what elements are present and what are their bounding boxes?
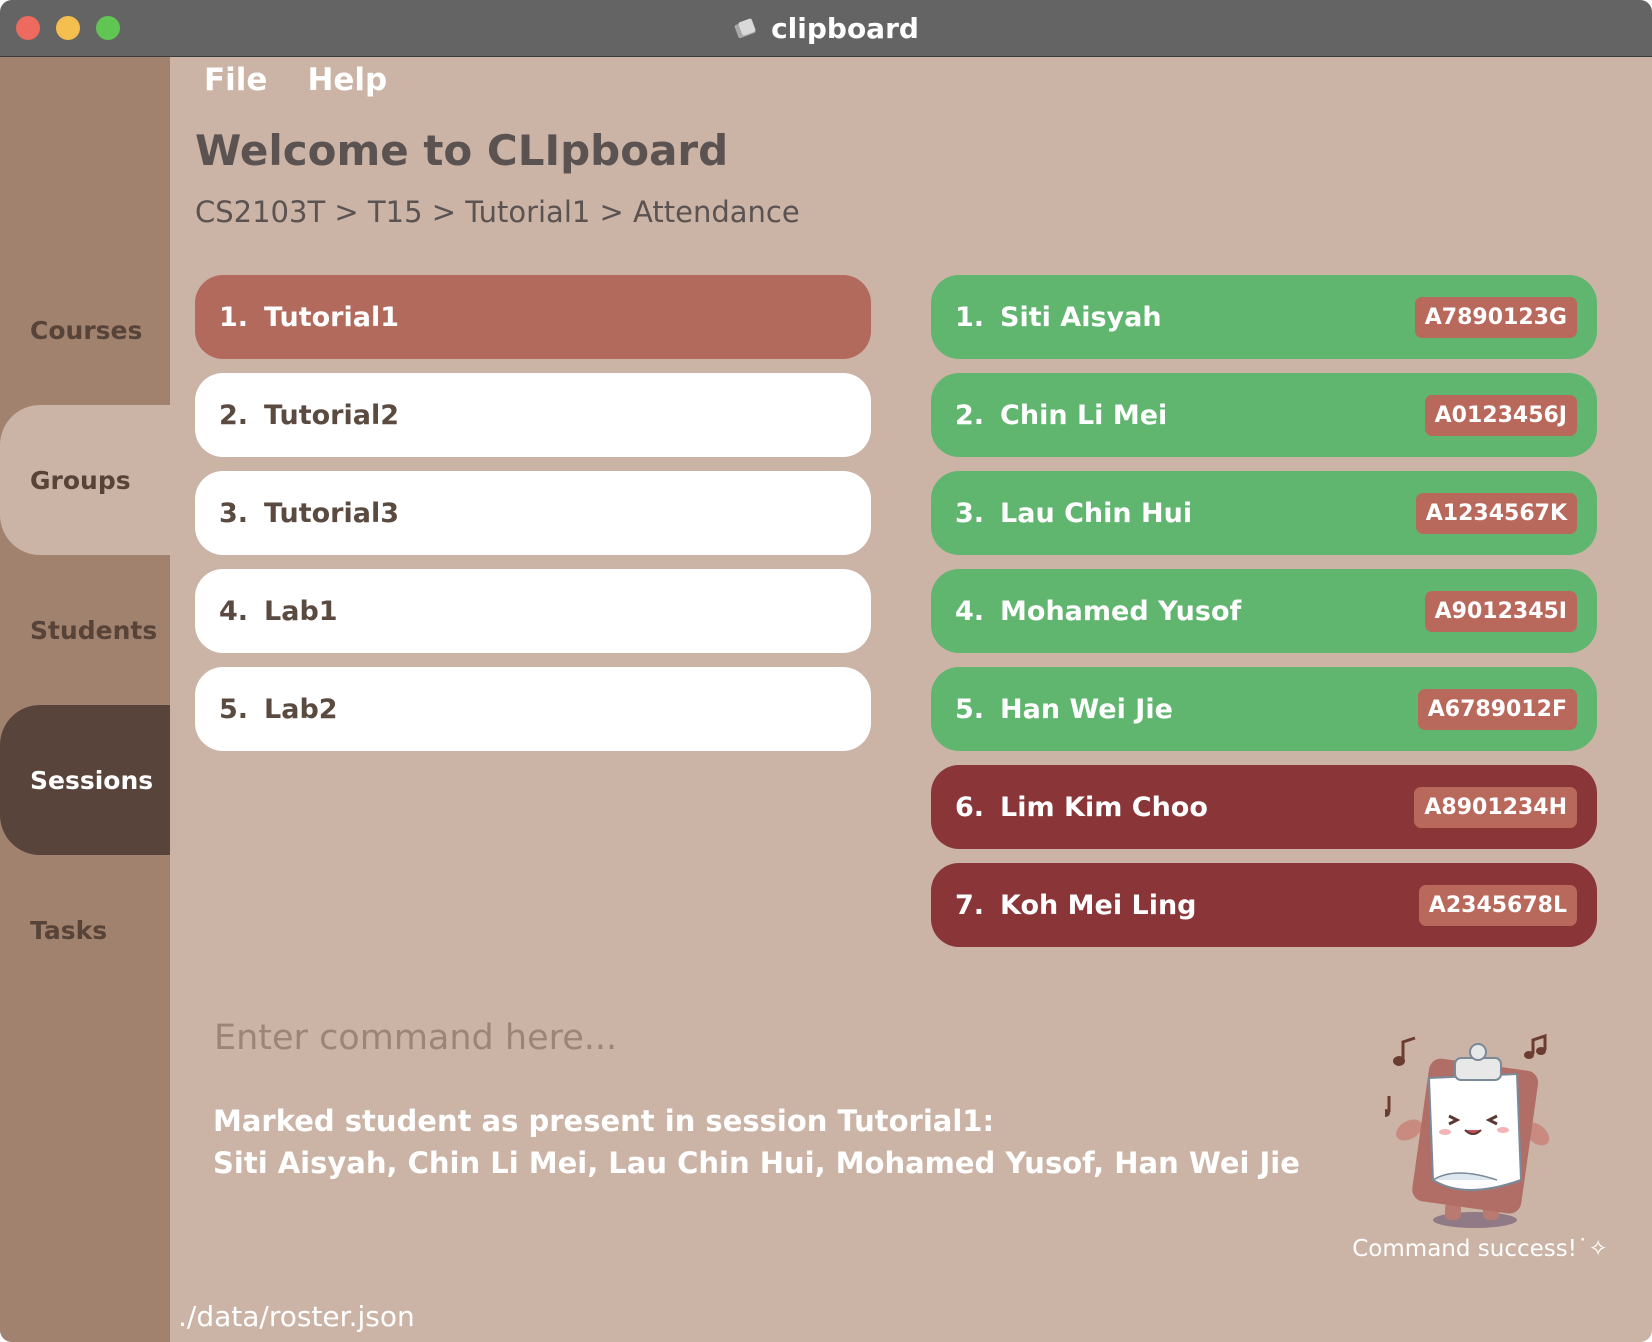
attendance-row[interactable]: 6. Lim Kim Choo A8901234H (931, 765, 1597, 849)
menu-help[interactable]: Help (307, 62, 387, 98)
student-id-badge: A0123456J (1424, 394, 1577, 436)
student-index: 1. (955, 301, 985, 333)
window-title: clipboard (771, 11, 919, 45)
session-list-item[interactable]: 3. Tutorial3 (195, 471, 871, 555)
page-title: Welcome to CLIpboard (195, 126, 729, 175)
student-name: Han Wei Jie (1000, 693, 1173, 725)
sidebar-item-students[interactable]: Students (0, 555, 170, 705)
student-id-badge: A9012345I (1424, 590, 1577, 632)
sidebar: Courses Groups Students Sessions Tasks (0, 57, 170, 1342)
student-name: Lau Chin Hui (1000, 497, 1193, 529)
sidebar-item-tasks[interactable]: Tasks (0, 855, 170, 1005)
clipboard-mascot-icon (1385, 1033, 1550, 1228)
attendance-row[interactable]: 4. Mohamed Yusof A9012345I (931, 569, 1597, 653)
breadcrumb: CS2103T > T15 > Tutorial1 > Attendance (195, 195, 800, 229)
student-id-badge: A6789012F (1417, 688, 1577, 730)
session-list-item[interactable]: 2. Tutorial2 (195, 373, 871, 457)
attendance-list: 1. Siti Aisyah A7890123G 2. Chin Li Mei … (931, 275, 1597, 961)
session-index: 5. (219, 693, 249, 725)
window-title-group: clipboard (0, 0, 1652, 56)
student-name: Lim Kim Choo (1000, 791, 1208, 823)
session-index: 2. (219, 399, 249, 431)
student-id-badge: A7890123G (1414, 296, 1577, 338)
title-bar: clipboard (0, 0, 1652, 57)
attendance-row[interactable]: 1. Siti Aisyah A7890123G (931, 275, 1597, 359)
student-id-badge: A2345678L (1418, 884, 1577, 926)
session-name: Tutorial3 (264, 497, 400, 529)
session-name: Lab1 (264, 595, 338, 627)
session-index: 1. (219, 301, 249, 333)
session-list-item[interactable]: 4. Lab1 (195, 569, 871, 653)
student-id-badge: A8901234H (1414, 786, 1577, 828)
attendance-row[interactable]: 5. Han Wei Jie A6789012F (931, 667, 1597, 751)
session-list: 1. Tutorial1 2. Tutorial2 3. Tutorial3 4… (195, 275, 871, 765)
mascot-caption: Command success!˙✧ (1352, 1236, 1608, 1262)
student-name: Mohamed Yusof (1000, 595, 1242, 627)
student-id-badge: A1234567K (1415, 492, 1577, 534)
student-index: 3. (955, 497, 985, 529)
sidebar-item-sessions[interactable]: Sessions (0, 705, 170, 855)
student-name: Siti Aisyah (1000, 301, 1162, 333)
session-list-item[interactable]: 5. Lab2 (195, 667, 871, 751)
student-name: Koh Mei Ling (1000, 889, 1197, 921)
attendance-row[interactable]: 2. Chin Li Mei A0123456J (931, 373, 1597, 457)
app-window: clipboard Courses Groups Students Sessio… (0, 0, 1652, 1342)
session-list-item[interactable]: 1. Tutorial1 (195, 275, 871, 359)
student-index: 7. (955, 889, 985, 921)
attendance-row[interactable]: 3. Lau Chin Hui A1234567K (931, 471, 1597, 555)
student-index: 5. (955, 693, 985, 725)
session-index: 3. (219, 497, 249, 529)
student-index: 6. (955, 791, 985, 823)
result-line-1: Marked student as present in session Tut… (213, 1104, 995, 1138)
menu-file[interactable]: File (204, 62, 267, 98)
menu-bar: File Help (204, 62, 387, 98)
student-index: 4. (955, 595, 985, 627)
status-bar-path: ./data/roster.json (178, 1300, 415, 1333)
result-line-2: Siti Aisyah, Chin Li Mei, Lau Chin Hui, … (213, 1146, 1300, 1180)
session-name: Tutorial2 (264, 399, 400, 431)
sidebar-item-courses[interactable]: Courses (0, 255, 170, 405)
attendance-row[interactable]: 7. Koh Mei Ling A2345678L (931, 863, 1597, 947)
session-index: 4. (219, 595, 249, 627)
student-name: Chin Li Mei (1000, 399, 1168, 431)
command-input[interactable] (204, 1010, 1324, 1066)
clipboard-app-icon (734, 18, 756, 39)
session-name: Tutorial1 (264, 301, 400, 333)
student-index: 2. (955, 399, 985, 431)
session-name: Lab2 (264, 693, 338, 725)
sidebar-item-groups[interactable]: Groups (0, 405, 170, 555)
result-display: Marked student as present in session Tut… (213, 1100, 1313, 1184)
